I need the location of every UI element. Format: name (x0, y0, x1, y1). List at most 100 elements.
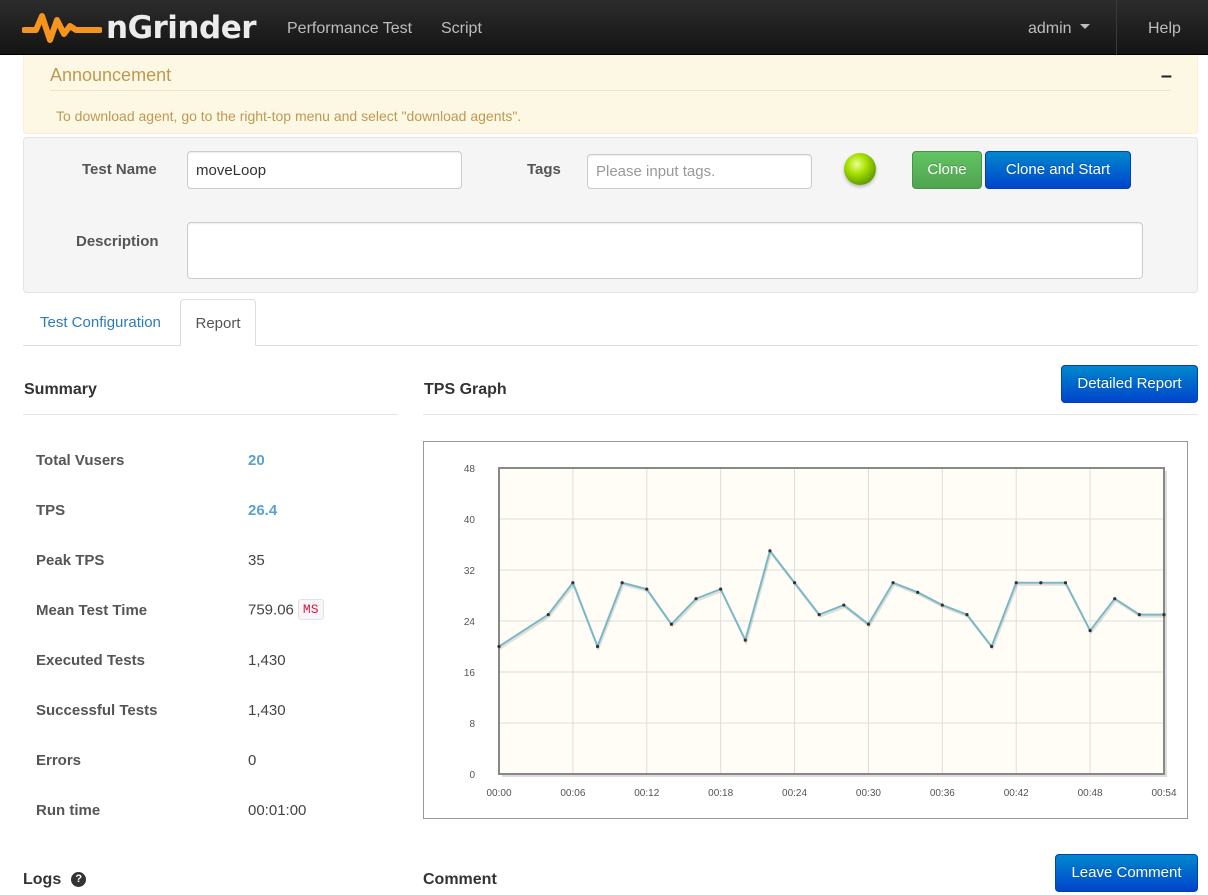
x-tick-label: 00:00 (486, 788, 511, 799)
y-tick-label: 40 (464, 515, 476, 526)
help-icon[interactable]: ? (71, 872, 87, 887)
mean-test-time-number: 759.06 (248, 601, 294, 619)
x-tick-label: 00:18 (708, 788, 733, 799)
detailed-report-button[interactable]: Detailed Report (1061, 365, 1198, 403)
data-point (497, 644, 501, 649)
x-tick-label: 00:54 (1151, 788, 1176, 799)
data-point (891, 581, 895, 585)
logs-title-text: Logs (23, 871, 62, 888)
x-tick-label: 00:48 (1078, 788, 1103, 799)
summary-value-total-vusers[interactable]: 20 (248, 452, 265, 469)
data-point (768, 549, 772, 553)
data-point (989, 644, 994, 649)
data-point (1113, 597, 1117, 601)
tps-chart: 0 8 16 24 32 40 48 00:00 00:06 00:12 00:18 00:24 00:… (423, 441, 1188, 819)
data-point (1014, 581, 1018, 585)
data-point (743, 638, 747, 642)
data-point (571, 581, 575, 585)
caret-down-icon (1079, 24, 1090, 30)
x-tick-label: 00:42 (1004, 788, 1029, 799)
summary-value-mean-test-time: 759.06 MS (248, 599, 324, 621)
nav-divider (1116, 0, 1117, 55)
summary-value-peak-tps: 35 (248, 552, 265, 569)
y-tick-label: 0 (469, 770, 475, 781)
data-point (546, 613, 550, 617)
x-tick-label: 00:24 (782, 788, 807, 799)
graph-divider (423, 414, 1198, 415)
data-point (965, 613, 969, 617)
data-point (817, 613, 821, 617)
summary-title: Summary (24, 381, 97, 398)
x-tick-label: 00:36 (930, 788, 955, 799)
unit-badge: MS (297, 599, 324, 620)
data-point (1137, 613, 1141, 617)
data-point (1039, 581, 1043, 585)
data-point (645, 587, 649, 591)
top-navbar: nGrinder Performance Test Script admin H… (0, 0, 1208, 55)
summary-value-successful-tests: 1,430 (248, 702, 286, 719)
comment-title: Comment (423, 871, 497, 888)
data-point (866, 622, 871, 626)
y-tick-label: 16 (464, 668, 476, 679)
brand-name: nGrinder (106, 10, 257, 46)
data-point (792, 581, 797, 585)
brand-logo[interactable]: nGrinder (22, 8, 257, 48)
summary-value-tps[interactable]: 26.4 (248, 502, 277, 519)
nav-script[interactable]: Script (441, 0, 482, 55)
tab-test-configuration[interactable]: Test Configuration (40, 299, 161, 346)
announcement-title: Announcement (50, 65, 172, 85)
tags-label: Tags (527, 161, 561, 178)
leave-comment-button[interactable]: Leave Comment (1055, 854, 1198, 892)
data-point (1088, 628, 1092, 633)
user-name: admin (1028, 20, 1072, 37)
summary-value-executed-tests: 1,430 (248, 652, 286, 669)
y-tick-label: 8 (469, 719, 475, 730)
summary-value-run-time: 00:01:00 (248, 802, 307, 819)
data-point (842, 603, 846, 607)
summary-label-mean-test-time: Mean Test Time (36, 602, 148, 619)
summary-label-successful-tests: Successful Tests (36, 702, 158, 719)
clone-and-start-button[interactable]: Clone and Start (985, 151, 1131, 189)
data-point (916, 590, 920, 594)
test-name-input[interactable] (187, 151, 462, 189)
data-point (595, 644, 600, 649)
data-point (719, 587, 723, 591)
tags-input[interactable] (587, 154, 812, 189)
data-point (669, 622, 674, 626)
description-textarea[interactable] (187, 222, 1143, 279)
test-name-label: Test Name (82, 161, 157, 178)
summary-label-executed-tests: Executed Tests (36, 652, 145, 669)
x-tick-label: 00:12 (634, 788, 659, 799)
pulse-logo-icon (22, 13, 102, 43)
announcement-panel: Announcement – To download agent, go to … (23, 55, 1198, 134)
summary-label-run-time: Run time (36, 802, 101, 819)
y-tick-label: 24 (464, 617, 476, 628)
x-tick-label: 00:06 (560, 788, 585, 799)
tps-chart-svg: 0 8 16 24 32 40 48 00:00 00:06 00:12 00:18 00:24 00:… (464, 464, 1177, 799)
data-point (620, 581, 624, 585)
logs-title: Logs? (23, 871, 87, 889)
data-point (1162, 613, 1166, 617)
data-point (694, 597, 698, 601)
summary-divider (23, 414, 398, 415)
user-menu[interactable]: admin (1028, 0, 1090, 55)
y-tick-label: 32 (464, 566, 476, 577)
minimize-icon[interactable]: – (1161, 65, 1172, 88)
tab-report[interactable]: Report (180, 299, 256, 346)
summary-label-tps: TPS (36, 502, 66, 519)
summary-value-errors: 0 (248, 752, 257, 769)
announcement-text: To download agent, go to the right-top m… (56, 108, 522, 124)
data-point (1063, 581, 1068, 585)
summary-label-errors: Errors (36, 752, 82, 769)
clone-button[interactable]: Clone (912, 151, 982, 189)
nav-help[interactable]: Help (1148, 0, 1181, 55)
description-label: Description (76, 233, 159, 250)
y-tick-label: 48 (464, 464, 476, 475)
summary-label-peak-tps: Peak TPS (36, 552, 105, 569)
x-tick-label: 00:30 (856, 788, 881, 799)
status-indicator-icon (844, 153, 876, 185)
nav-performance-test[interactable]: Performance Test (287, 0, 412, 55)
test-info-form: Test Name Tags Clone Clone and Start Des… (23, 137, 1198, 293)
tps-graph-title: TPS Graph (424, 381, 507, 398)
data-point (940, 603, 944, 607)
